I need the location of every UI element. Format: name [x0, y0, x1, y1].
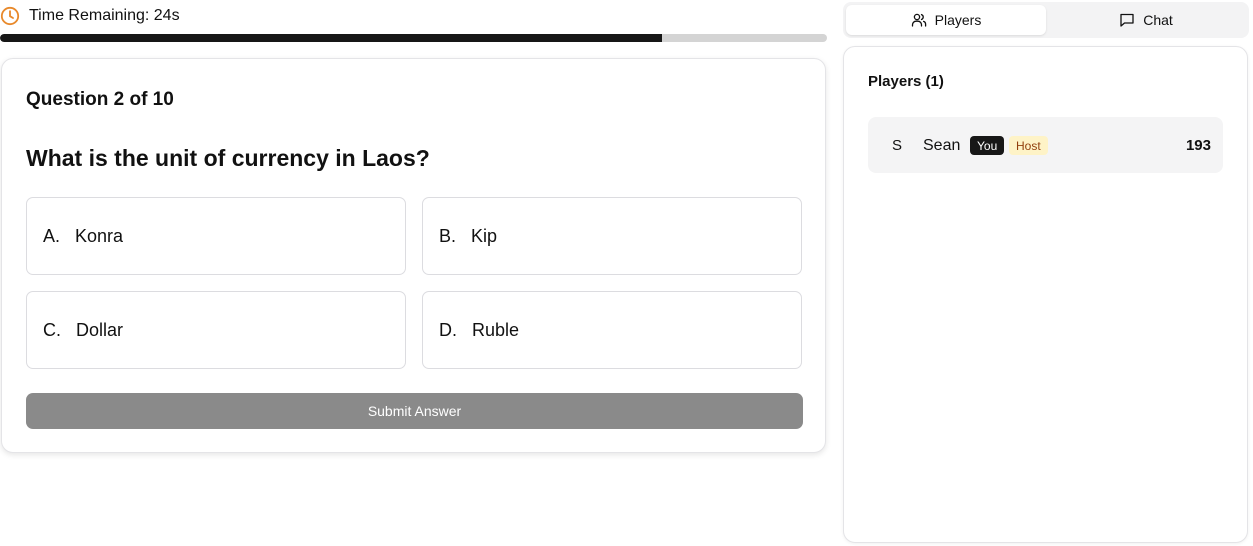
player-name: Sean	[923, 137, 961, 154]
question-counter: Question 2 of 10	[26, 89, 174, 110]
player-score: 193	[1185, 137, 1211, 154]
question-card: Question 2 of 10 What is the unit of cur…	[1, 58, 826, 453]
clock-icon	[0, 6, 20, 26]
option-label: Konra	[75, 225, 124, 246]
players-title: Players (1)	[868, 73, 944, 90]
option-letter: A.	[43, 225, 61, 246]
players-panel: Players (1) S Sean You Host 193	[843, 46, 1248, 543]
tab-players-label: Players	[934, 12, 982, 28]
tab-players[interactable]: Players	[846, 5, 1046, 35]
tab-chat[interactable]: Chat	[1046, 5, 1246, 35]
chat-icon	[1119, 12, 1135, 28]
option-letter: B.	[439, 225, 457, 246]
answer-option-c[interactable]: C. Dollar	[26, 291, 406, 369]
option-label: Ruble	[472, 319, 520, 340]
tab-chat-label: Chat	[1143, 12, 1173, 28]
option-letter: C.	[43, 319, 61, 340]
sidebar-tabs: Players Chat	[843, 2, 1249, 38]
users-icon	[911, 12, 927, 28]
option-label: Kip	[471, 225, 498, 246]
option-letter: D.	[439, 319, 457, 340]
time-remaining-label: Time Remaining: 24s	[29, 7, 180, 24]
question-text: What is the unit of currency in Laos?	[26, 145, 430, 171]
timer: Time Remaining: 24s	[0, 5, 180, 27]
option-label: Dollar	[76, 319, 124, 340]
answer-option-d[interactable]: D. Ruble	[422, 291, 802, 369]
host-badge: Host	[1009, 136, 1048, 155]
time-progress-bar	[0, 34, 827, 42]
avatar: S	[892, 137, 903, 154]
answer-option-a[interactable]: A. Konra	[26, 197, 406, 275]
you-badge: You	[970, 136, 1005, 155]
submit-answer-button[interactable]: Submit Answer	[26, 393, 803, 429]
answer-option-b[interactable]: B. Kip	[422, 197, 802, 275]
player-row: S Sean You Host 193	[868, 117, 1223, 173]
time-progress-fill	[0, 34, 662, 42]
